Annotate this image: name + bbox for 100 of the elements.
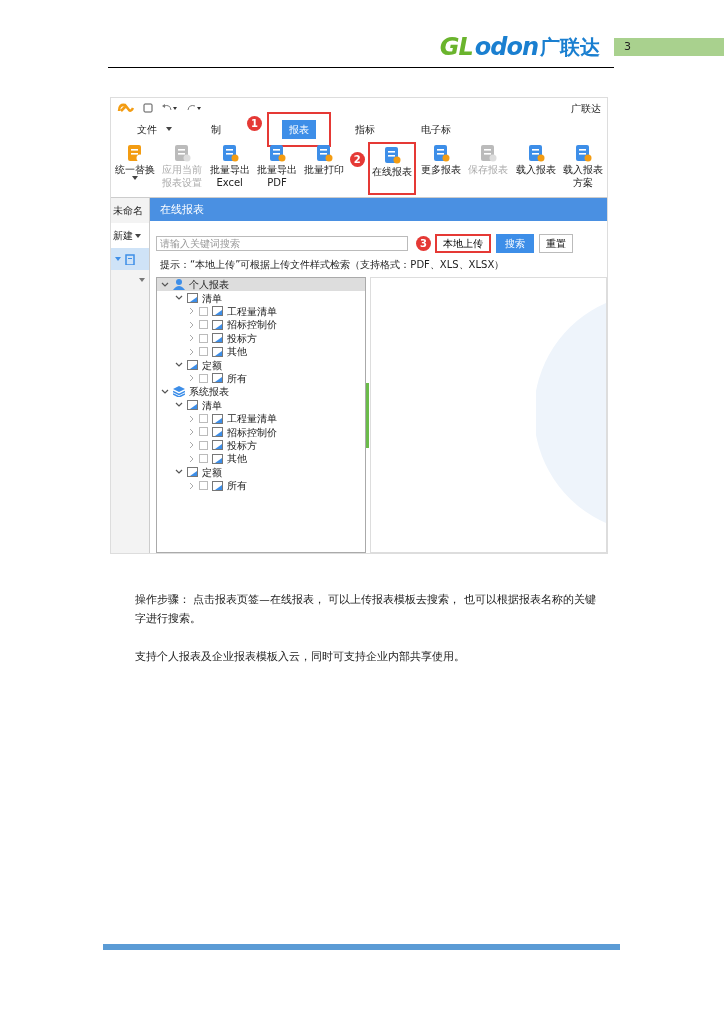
collapse-icon[interactable] — [175, 362, 183, 369]
document-icon — [382, 146, 401, 164]
logo-text: GL — [439, 31, 473, 63]
document-icon — [220, 144, 239, 162]
caret-icon[interactable] — [166, 127, 172, 131]
hint-text: 提示：“本地上传”可根据上传文件样式检索（支持格式：PDF、XLS、XLSX） — [159, 258, 506, 272]
ribbon-button[interactable]: 载入报表 方案 — [560, 142, 605, 195]
tree-node[interactable]: 其他 — [157, 452, 365, 466]
ribbon-button[interactable]: 载入报表 — [513, 142, 558, 195]
tree-node[interactable]: 其他 — [157, 344, 365, 359]
node-label: 清单 — [202, 291, 222, 306]
document-icon — [315, 144, 334, 162]
tree-node[interactable]: 招标控制价 — [157, 425, 365, 439]
expand-icon[interactable] — [189, 374, 195, 383]
stack-icon — [173, 386, 185, 398]
report-icon — [187, 293, 198, 304]
checkbox[interactable] — [199, 373, 208, 383]
new-button[interactable]: 新建 — [111, 223, 149, 248]
node-label: 定额 — [202, 465, 222, 480]
tree-node[interactable]: 定额 — [157, 465, 365, 479]
collapse-icon[interactable] — [161, 388, 169, 395]
splitter-handle[interactable] — [366, 382, 369, 448]
dialog-button[interactable]: 重置 — [539, 234, 573, 253]
save-icon[interactable] — [143, 103, 153, 113]
node-label: 招标控制价 — [227, 425, 277, 440]
tree-node[interactable]: 投标方 — [157, 331, 365, 345]
tree-node[interactable]: 工程量清单 — [157, 304, 365, 319]
tree-node[interactable]: 投标方 — [157, 438, 365, 453]
expand-icon[interactable] — [189, 454, 195, 463]
page-number: 3 — [614, 38, 724, 56]
ribbon-button[interactable]: 更多报表 — [418, 142, 463, 195]
document-icon — [173, 144, 192, 162]
report-icon — [212, 480, 223, 491]
ribbon-tab[interactable]: 电子标 — [403, 115, 469, 143]
ribbon-button[interactable]: 批量打印 — [302, 142, 347, 195]
checkbox[interactable] — [199, 427, 208, 437]
document-icon — [431, 144, 450, 162]
expand-icon[interactable] — [115, 257, 121, 261]
expand-icon[interactable] — [189, 428, 195, 436]
app-logo-icon — [117, 102, 135, 114]
collapse-icon[interactable] — [161, 281, 169, 288]
report-icon — [187, 400, 198, 411]
step-badge: 2 — [349, 152, 365, 167]
tree-node[interactable]: 个人报表 — [157, 278, 365, 292]
expand-icon[interactable] — [189, 441, 195, 450]
checkbox[interactable] — [199, 320, 208, 330]
search-field[interactable]: 请输入关键词搜索 — [156, 236, 408, 251]
expand-icon[interactable] — [189, 334, 195, 343]
tree-node[interactable]: 定额 — [157, 358, 365, 372]
window-title: 广联达 — [571, 101, 601, 116]
collapse-icon[interactable] — [175, 469, 183, 476]
node-label: 工程量清单 — [227, 305, 277, 319]
report-icon — [187, 467, 198, 478]
checkbox[interactable] — [199, 306, 208, 316]
expand-icon[interactable] — [189, 320, 195, 329]
expand-icon[interactable] — [189, 414, 195, 423]
expand-icon[interactable] — [189, 347, 195, 356]
tree-node[interactable]: 工程量清单 — [157, 411, 365, 426]
document-tab[interactable]: 未命名 — [111, 198, 149, 223]
checkbox[interactable] — [199, 414, 208, 424]
checkbox[interactable] — [199, 440, 208, 450]
caret-icon[interactable] — [132, 176, 138, 180]
checkbox[interactable] — [199, 454, 208, 464]
undo-icon[interactable] — [161, 103, 177, 113]
report-icon — [212, 413, 223, 424]
ribbon-tab[interactable]: 指标 — [337, 115, 393, 143]
document-icon — [573, 144, 592, 162]
redo-icon[interactable] — [185, 103, 201, 113]
ribbon-tab[interactable]: 文件 — [119, 115, 183, 143]
ribbon-tab[interactable]: 制 — [193, 115, 239, 143]
report-icon — [212, 440, 223, 451]
expand-icon[interactable] — [189, 307, 195, 316]
ribbon-button[interactable]: 统一替换 — [113, 142, 157, 195]
report-icon — [212, 333, 223, 344]
document-icon — [126, 144, 144, 162]
collapse-icon[interactable] — [175, 295, 183, 302]
node-label: 系统报表 — [189, 385, 229, 400]
tree-node[interactable]: 所有 — [157, 371, 365, 386]
ribbon-button[interactable]: 批量导出 PDF — [255, 142, 299, 195]
checkbox[interactable] — [199, 333, 208, 343]
report-icon — [212, 373, 223, 384]
node-label: 其他 — [227, 345, 247, 360]
checkbox[interactable] — [199, 347, 208, 357]
tree-node[interactable]: 招标控制价 — [157, 318, 365, 332]
person-icon — [173, 279, 185, 291]
paragraph: 支持个人报表及企业报表模板入云，同时可支持企业内部共享使用。 — [135, 649, 466, 664]
checkbox[interactable] — [199, 481, 208, 491]
tree-node[interactable]: 清单 — [157, 398, 365, 412]
tree-node[interactable]: 清单 — [157, 291, 365, 305]
expand-icon[interactable] — [139, 278, 145, 282]
collapse-icon[interactable] — [175, 402, 183, 409]
tree-node[interactable]: 系统报表 — [157, 385, 365, 399]
dialog-title: 在线报表 — [150, 198, 607, 221]
caret-icon[interactable] — [135, 233, 141, 238]
tree-node[interactable]: 所有 — [157, 478, 365, 493]
step-badge: 1 — [247, 115, 262, 131]
document-icon — [479, 144, 498, 162]
ribbon-button[interactable]: 批量导出 Excel — [207, 142, 252, 195]
report-icon — [212, 453, 223, 464]
expand-icon[interactable] — [189, 481, 195, 490]
